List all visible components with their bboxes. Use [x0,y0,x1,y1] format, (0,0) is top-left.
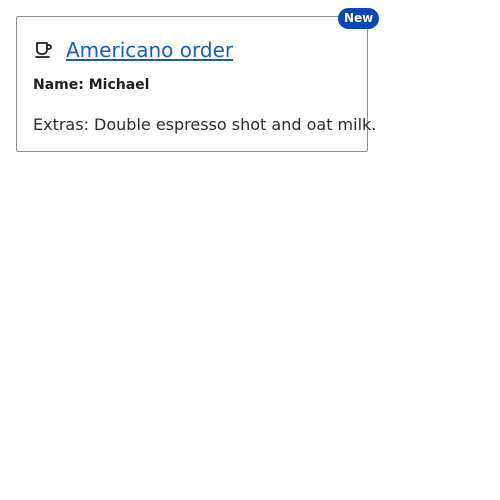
coffee-cup-icon [34,40,54,60]
order-extras: Extras: Double espresso shot and oat mil… [33,115,377,134]
new-badge: New [338,8,380,29]
card-title-row: Americano order [34,37,233,63]
customer-name: Name: Michael [33,77,150,93]
order-title-link[interactable]: Americano order [66,38,233,62]
order-card: Americano order Name: Michael Extras: Do… [16,16,376,152]
